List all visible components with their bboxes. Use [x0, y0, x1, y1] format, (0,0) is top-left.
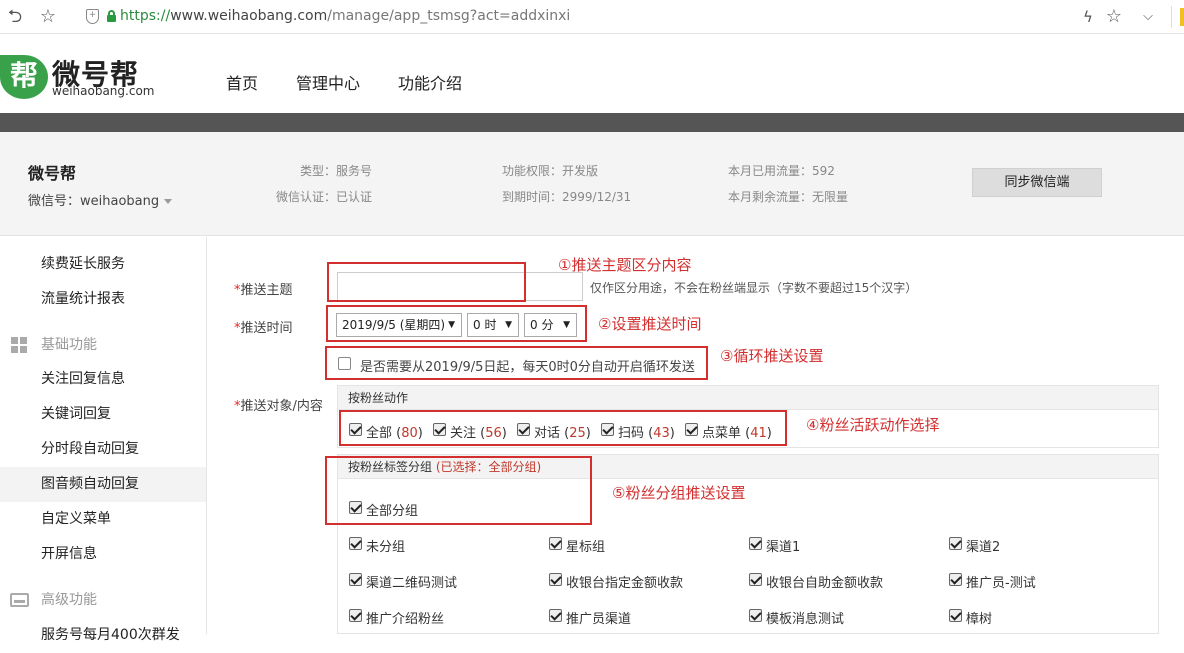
- sidebar-group-basic: 基础功能: [0, 330, 206, 360]
- sidebar-group-advanced: 高级功能: [0, 585, 206, 615]
- back-icon[interactable]: ⮌: [3, 5, 27, 29]
- sidebar-item-media-reply[interactable]: 图音频自动回复: [0, 467, 206, 502]
- sidebar-item-timed-reply[interactable]: 分时段自动回复: [0, 432, 206, 467]
- group-checkbox[interactable]: [749, 609, 762, 622]
- logo-icon[interactable]: 帮: [0, 55, 48, 99]
- inbox-icon: [10, 593, 29, 607]
- sidebar-item-splash[interactable]: 开屏信息: [0, 537, 206, 572]
- account-type: 类型：服务号: [300, 164, 373, 178]
- group-label: 模板消息测试: [766, 612, 845, 627]
- group-label: 渠道1: [766, 540, 801, 555]
- annotation-box-subject: [327, 262, 526, 302]
- url-path: /manage/app_tsmsg?act=addxinxi: [327, 8, 571, 24]
- account-permission: 功能权限：开发版: [502, 164, 599, 178]
- account-verified: 微信认证：已认证: [276, 190, 373, 204]
- group-checkbox[interactable]: [549, 573, 562, 586]
- annotation-box-loop: [325, 346, 708, 380]
- group-label: 未分组: [366, 540, 406, 555]
- sidebar-group-label: 基础功能: [41, 337, 97, 353]
- sidebar-item-renew[interactable]: 续费延长服务: [0, 247, 206, 282]
- header-band: [0, 113, 1184, 132]
- url-host: www.weihaobang.com: [170, 8, 328, 24]
- browser-toolbar: ⮌ ☆ + https://www.weihaobang.com/manage/…: [0, 0, 1184, 34]
- subject-label: *推送主题: [234, 283, 293, 298]
- group-label: 渠道2: [966, 540, 1001, 555]
- group-label: 收银台指定金额收款: [566, 576, 684, 591]
- toolbar-divider: [1171, 6, 1172, 28]
- group-label: 推广员渠道: [566, 612, 632, 627]
- group-label: 星标组: [566, 540, 606, 555]
- extension-icon[interactable]: [1180, 8, 1184, 26]
- logo-domain: weihaobang.com: [52, 84, 155, 98]
- group-label: 推广介绍粉丝: [366, 612, 445, 627]
- wechat-id: 微信号：weihaobang: [28, 194, 160, 209]
- group-checkbox[interactable]: [749, 537, 762, 550]
- sidebar: 续费延长服务 流量统计报表 基础功能 关注回复信息 关键词回复 分时段自动回复 …: [0, 237, 207, 643]
- sidebar-item-follow-reply[interactable]: 关注回复信息: [0, 362, 206, 397]
- group-checkbox[interactable]: [549, 609, 562, 622]
- account-expire: 到期时间：2999/12/31: [502, 190, 632, 204]
- chevron-down-icon[interactable]: ⌵: [1136, 5, 1160, 29]
- subject-hint: 仅作区分用途，不会在粉丝端显示（字数不要超过15个汉字）: [590, 281, 918, 295]
- time-label: *推送时间: [234, 321, 293, 336]
- nav-features[interactable]: 功能介绍: [398, 70, 462, 94]
- caret-down-icon[interactable]: [164, 199, 173, 204]
- group-label: 樟树: [966, 612, 993, 627]
- sidebar-item-keyword-reply[interactable]: 关键词回复: [0, 397, 206, 432]
- annotation-box-groups: [325, 456, 592, 525]
- group-label: 推广员-测试: [966, 576, 1036, 591]
- lightning-icon[interactable]: ϟ: [1076, 5, 1100, 29]
- sidebar-item-custom-menu[interactable]: 自定义菜单: [0, 502, 206, 537]
- bookmark-star-icon[interactable]: ☆: [36, 5, 60, 29]
- target-label: *推送对象/内容: [234, 399, 323, 414]
- grid-icon: [11, 337, 28, 354]
- group-label: 收银台自助金额收款: [766, 576, 884, 591]
- annotation-note-time: ②设置推送时间: [598, 315, 702, 333]
- used-traffic: 本月已用流量：592: [728, 164, 835, 178]
- annotation-note-subject: ①推送主题区分内容: [558, 256, 692, 274]
- sidebar-item-mass-send[interactable]: 服务号每月400次群发: [0, 618, 206, 653]
- sidebar-item-traffic-report[interactable]: 流量统计报表: [0, 282, 206, 317]
- group-checkbox[interactable]: [549, 537, 562, 550]
- sidebar-group-label: 高级功能: [41, 592, 97, 608]
- account-info-panel: 微号帮 微信号：weihaobang 类型：服务号 微信认证：已认证 功能权限：…: [0, 132, 1184, 236]
- nav-manage-center[interactable]: 管理中心: [296, 70, 360, 94]
- group-checkbox[interactable]: [749, 573, 762, 586]
- group-checkbox[interactable]: [349, 609, 362, 622]
- url-scheme: https://: [120, 8, 171, 24]
- lock-icon: [107, 10, 116, 22]
- annotation-box-time: [326, 305, 587, 342]
- group-checkbox[interactable]: [949, 537, 962, 550]
- group-checkbox[interactable]: [949, 609, 962, 622]
- address-bar[interactable]: https://www.weihaobang.com/manage/app_ts…: [120, 8, 570, 24]
- account-switcher[interactable]: 微信号：weihaobang: [28, 190, 173, 209]
- favorite-star-icon[interactable]: ☆: [1102, 5, 1126, 29]
- annotation-note-actions: ④粉丝活跃动作选择: [806, 416, 940, 434]
- group-checkbox[interactable]: [349, 573, 362, 586]
- shield-icon[interactable]: +: [86, 9, 99, 24]
- annotation-note-groups: ⑤粉丝分组推送设置: [612, 484, 746, 502]
- annotation-note-loop: ③循环推送设置: [720, 347, 824, 365]
- group-checkbox[interactable]: [949, 573, 962, 586]
- sync-wechat-button[interactable]: 同步微信端: [972, 168, 1102, 197]
- group-label: 渠道二维码测试: [366, 576, 458, 591]
- nav-home[interactable]: 首页: [226, 70, 258, 94]
- annotation-box-actions: [339, 410, 787, 446]
- account-name: 微号帮: [28, 164, 77, 183]
- action-section-title: 按粉丝动作: [338, 386, 1158, 410]
- group-checkbox[interactable]: [349, 537, 362, 550]
- remaining-traffic: 本月剩余流量：无限量: [728, 190, 849, 204]
